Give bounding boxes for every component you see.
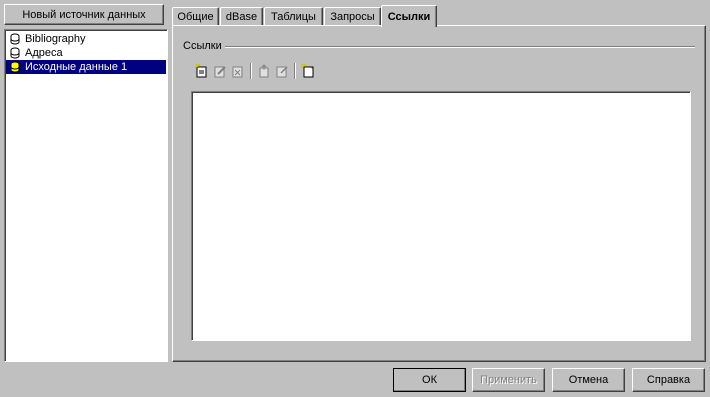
tab-label: Общие [177, 10, 214, 23]
tab-label: Таблицы [271, 10, 316, 23]
source-item-label: Исходные данные 1 [25, 61, 128, 73]
ok-label: ОК [422, 374, 437, 386]
edit-link-icon [214, 66, 226, 78]
new-data-source-button[interactable]: Новый источник данных [4, 4, 164, 25]
links-group-title: Ссылки [183, 40, 222, 52]
open-link-button[interactable] [255, 62, 273, 80]
database-icon [10, 61, 20, 73]
rename-link-icon [276, 66, 288, 78]
database-icon [10, 47, 20, 59]
source-item-source-data-1[interactable]: Исходные данные 1 [6, 60, 166, 74]
cancel-button[interactable]: Отмена [552, 368, 625, 392]
tab-label: Запросы [330, 10, 375, 23]
links-list[interactable] [191, 91, 691, 341]
tab-general[interactable]: Общие [172, 7, 219, 25]
database-icon [10, 33, 20, 45]
new-link-icon [195, 64, 207, 78]
new-data-source-label: Новый источник данных [22, 8, 146, 21]
cancel-label: Отмена [568, 374, 609, 386]
rename-link-button[interactable] [273, 62, 291, 80]
delete-link-button[interactable] [229, 62, 247, 80]
edit-link-button[interactable] [211, 62, 229, 80]
toolbar-separator [250, 63, 252, 79]
source-item-addresses[interactable]: Адреса [6, 46, 166, 60]
ok-button[interactable]: ОК [393, 368, 466, 392]
data-source-list[interactable]: Bibliography Адреса Исходные данные 1 [4, 29, 168, 362]
apply-button[interactable]: Применить [472, 368, 545, 392]
links-toolbar [193, 62, 317, 80]
tab-links[interactable]: Ссылки [381, 5, 437, 27]
new-document-icon [301, 64, 314, 78]
apply-label: Применить [480, 374, 537, 386]
tab-dbase[interactable]: dBase [220, 7, 263, 25]
new-link-button[interactable] [193, 62, 211, 80]
tab-tables[interactable]: Таблицы [264, 7, 323, 25]
tab-label: dBase [225, 10, 258, 23]
group-divider [225, 46, 695, 48]
toolbar-separator [294, 63, 296, 79]
help-label: Справка [646, 374, 691, 386]
links-tab-page: Ссылки [172, 25, 706, 362]
tab-queries[interactable]: Запросы [324, 7, 381, 25]
delete-link-icon [232, 66, 243, 78]
open-link-icon [259, 64, 269, 78]
source-item-label: Bibliography [25, 33, 86, 45]
tab-label: Ссылки [387, 10, 431, 23]
source-item-bibliography[interactable]: Bibliography [6, 32, 166, 46]
new-document-button[interactable] [299, 62, 317, 80]
help-button[interactable]: Справка [632, 368, 705, 392]
source-item-label: Адреса [25, 47, 63, 59]
